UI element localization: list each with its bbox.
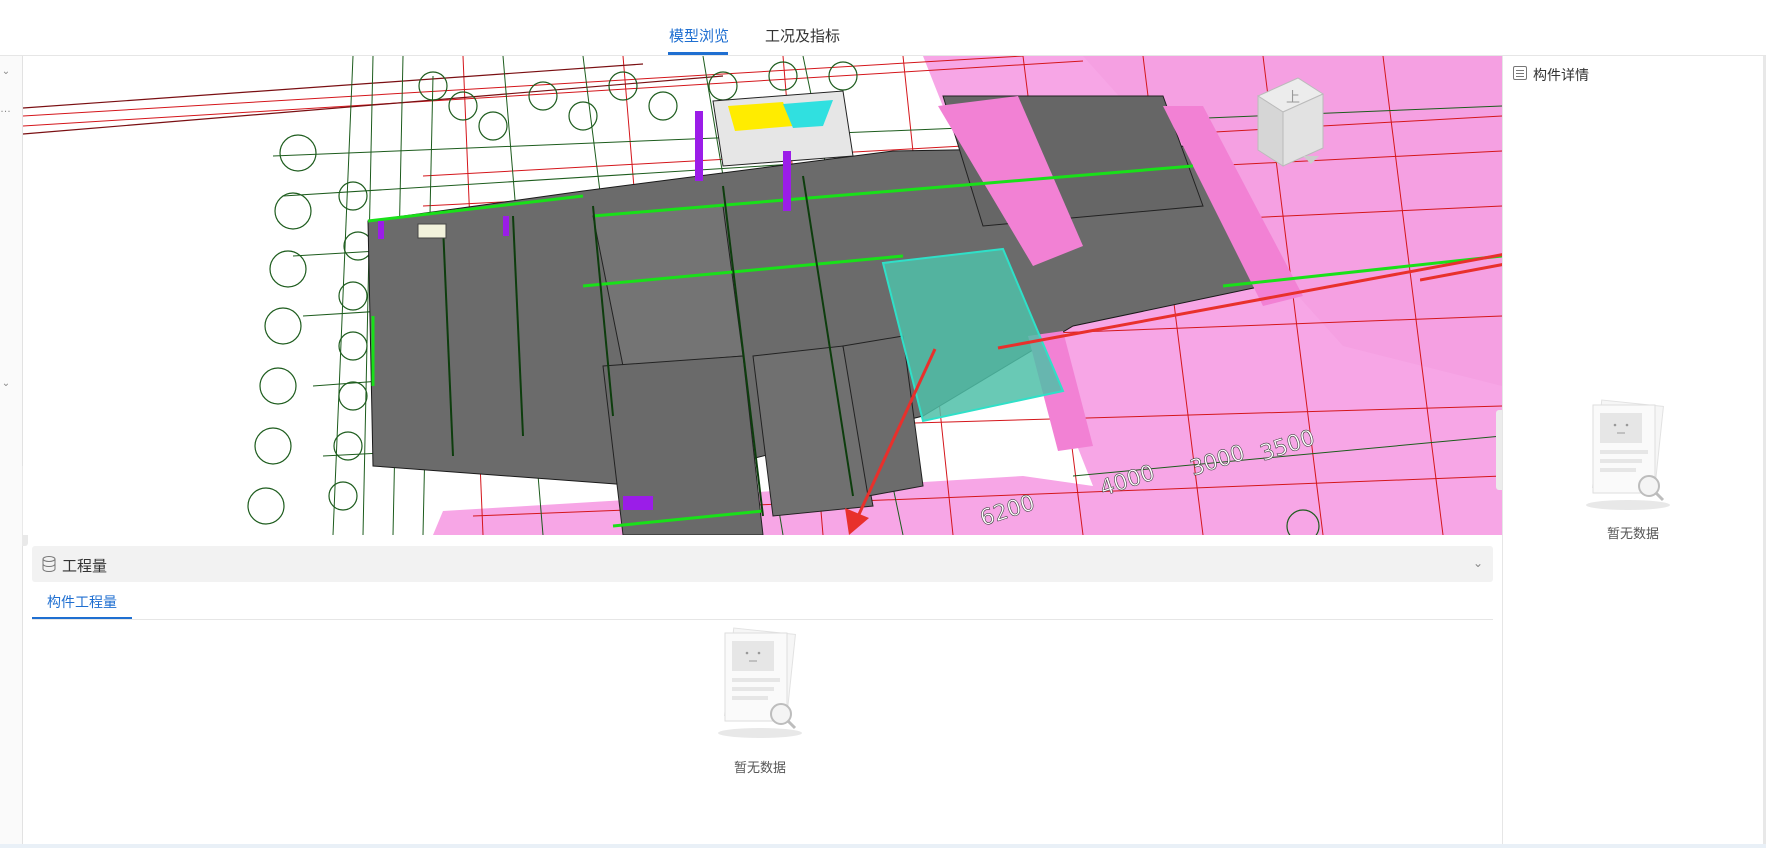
divider bbox=[32, 619, 1493, 620]
left-sidebar-collapsed: ⌄ … ⌄ bbox=[0, 56, 28, 846]
chevron-down-icon[interactable]: ⌄ bbox=[1473, 556, 1483, 570]
list-icon bbox=[1513, 66, 1527, 80]
bottom-border bbox=[0, 844, 1766, 848]
detail-panel-title: 构件详情 bbox=[1533, 67, 1589, 83]
quantity-panel-header[interactable]: 工程量 ⌄ bbox=[32, 546, 1493, 582]
empty-box-icon bbox=[1586, 399, 1670, 510]
quantity-panel-title: 工程量 bbox=[62, 558, 108, 575]
active-tab-indicator bbox=[668, 52, 728, 55]
database-icon bbox=[42, 556, 56, 572]
tab-component-quantity[interactable]: 构件工程量 bbox=[47, 592, 117, 612]
empty-box-icon bbox=[718, 627, 802, 738]
more-icon[interactable]: … bbox=[0, 103, 11, 115]
chevron-down-icon[interactable]: ⌄ bbox=[0, 378, 12, 389]
svg-text:上: 上 bbox=[1286, 90, 1300, 106]
model-canvas[interactable]: 6200 4000 3000 3500 上 bbox=[23, 56, 1502, 535]
model-viewport[interactable]: 6200 4000 3000 3500 上 bbox=[23, 56, 1502, 535]
nav-cube-icon[interactable]: 上 bbox=[1256, 77, 1325, 167]
tab-model-browse[interactable]: 模型浏览 bbox=[669, 25, 729, 46]
tab-conditions-metrics[interactable]: 工况及指标 bbox=[765, 25, 840, 46]
empty-state-text: 暂无数据 bbox=[1607, 526, 1660, 541]
chevron-down-icon[interactable]: ⌄ bbox=[0, 66, 12, 77]
empty-state-text: 暂无数据 bbox=[734, 760, 787, 775]
top-header: 模型浏览 工况及指标 bbox=[0, 0, 1766, 56]
